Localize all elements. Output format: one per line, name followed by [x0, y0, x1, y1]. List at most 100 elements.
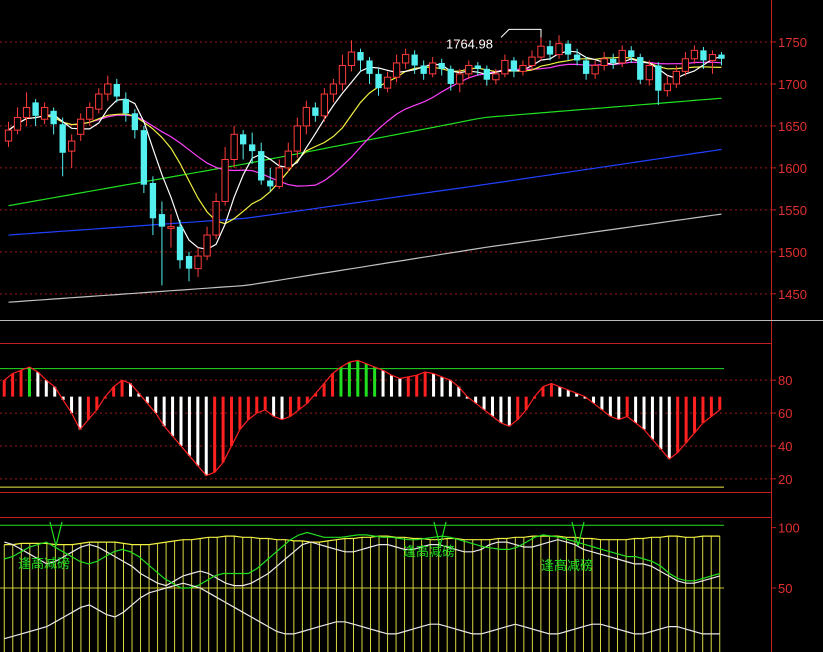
oscillator-bar — [373, 367, 377, 397]
oscillator-bar — [398, 378, 402, 397]
oscillator-bar — [86, 396, 90, 420]
candle-body — [366, 60, 373, 74]
candle-body — [655, 65, 662, 91]
candle-body — [528, 56, 536, 66]
candle-body — [357, 52, 364, 61]
candle-body — [13, 117, 22, 131]
oscillator-bar — [406, 376, 410, 397]
oscillator-bar — [440, 376, 444, 397]
oscillator-bar — [246, 396, 250, 420]
oscillator-bar — [558, 386, 562, 397]
candle-body — [456, 73, 464, 85]
oscillator-bar — [263, 396, 267, 410]
oscillator-bar — [272, 396, 276, 417]
candle-body — [203, 234, 211, 257]
oscillator-bar — [693, 396, 697, 433]
candle-body — [122, 99, 129, 114]
oscillator-bar — [499, 396, 503, 423]
oscillator-bar — [238, 396, 242, 430]
candle-body — [158, 214, 166, 227]
oscillator-bar — [634, 396, 638, 423]
candle-body — [663, 83, 671, 92]
oscillator-bar — [709, 396, 713, 417]
candle-body — [230, 133, 238, 161]
oscillator-tick-label: 20 — [778, 472, 792, 487]
oscillator-bar — [213, 396, 217, 473]
oscillator-bar — [187, 396, 191, 456]
oscillator-bar — [120, 380, 124, 397]
oscillator-bar — [676, 396, 680, 453]
candle-body — [392, 62, 401, 78]
oscillator-bar — [718, 396, 722, 410]
oscillator-bar — [11, 373, 15, 397]
oscillator-tick-label: 60 — [778, 406, 792, 421]
oscillator-bar — [288, 396, 292, 417]
oscillator-bar — [204, 396, 208, 476]
signal-tick-label: 50 — [778, 581, 792, 596]
candle-body — [59, 124, 66, 153]
oscillator-bar — [154, 396, 158, 414]
oscillator-bar — [221, 396, 225, 463]
candle-body — [690, 49, 699, 60]
high-price-label: 1764.98 — [446, 36, 493, 51]
candle-body — [347, 51, 356, 66]
candle-body — [329, 83, 338, 95]
candle-body — [284, 150, 292, 169]
candle-body — [338, 64, 347, 85]
oscillator-bar — [482, 396, 486, 410]
candle-body — [375, 73, 382, 89]
candle-body — [564, 43, 572, 55]
oscillator-bar — [196, 396, 200, 466]
oscillator-bar — [516, 396, 520, 420]
candle-body — [302, 106, 310, 127]
signal-annotation-2: 逢高减磅 — [403, 544, 455, 559]
oscillator-bar — [179, 396, 183, 446]
candle-body — [420, 65, 427, 74]
oscillator-bar — [432, 373, 436, 397]
candle-body — [672, 70, 681, 85]
candle-body — [582, 60, 590, 74]
price-tick-label: 1700 — [778, 77, 807, 92]
oscillator-bar — [297, 396, 301, 410]
candle-body — [501, 59, 509, 75]
oscillator-bar — [356, 360, 360, 397]
candle-body — [519, 64, 527, 72]
oscillator-bar — [625, 396, 629, 417]
candle-body — [383, 76, 392, 89]
candle-body — [4, 129, 13, 142]
candle-body — [68, 140, 76, 152]
oscillator-bar — [230, 396, 234, 446]
candle-body — [131, 113, 139, 131]
candle-body — [176, 226, 184, 261]
candle-body — [610, 58, 617, 63]
candle-body — [95, 93, 103, 110]
candle-body — [267, 180, 274, 187]
oscillator-bar — [600, 396, 604, 410]
oscillator-bar — [608, 396, 612, 417]
oscillator-bar — [36, 371, 40, 397]
signal-annotation-1: 逢高减磅 — [18, 556, 70, 571]
candle-body — [50, 110, 57, 125]
candle-body — [22, 106, 31, 119]
candle-body — [221, 159, 229, 202]
oscillator-bar — [27, 367, 31, 397]
oscillator-bar — [364, 363, 368, 397]
signal-tick-label: 100 — [778, 521, 800, 536]
oscillator-bar — [339, 367, 343, 397]
candle-body — [320, 93, 329, 117]
candle-body — [411, 54, 418, 66]
oscillator-bar — [44, 380, 48, 397]
oscillator-bar — [415, 375, 419, 397]
oscillator-bar — [448, 380, 452, 397]
oscillator-bar — [389, 375, 393, 397]
candle-body — [700, 50, 707, 61]
price-tick-label: 1650 — [778, 119, 807, 134]
candle-body — [40, 106, 49, 120]
candle-body — [537, 45, 545, 58]
candle-body — [483, 68, 490, 80]
price-tick-label: 1500 — [778, 245, 807, 260]
oscillator-bar — [171, 396, 175, 437]
price-tick-label: 1750 — [778, 35, 807, 50]
oscillator-tick-label: 40 — [778, 439, 792, 454]
candle-body — [275, 167, 283, 187]
